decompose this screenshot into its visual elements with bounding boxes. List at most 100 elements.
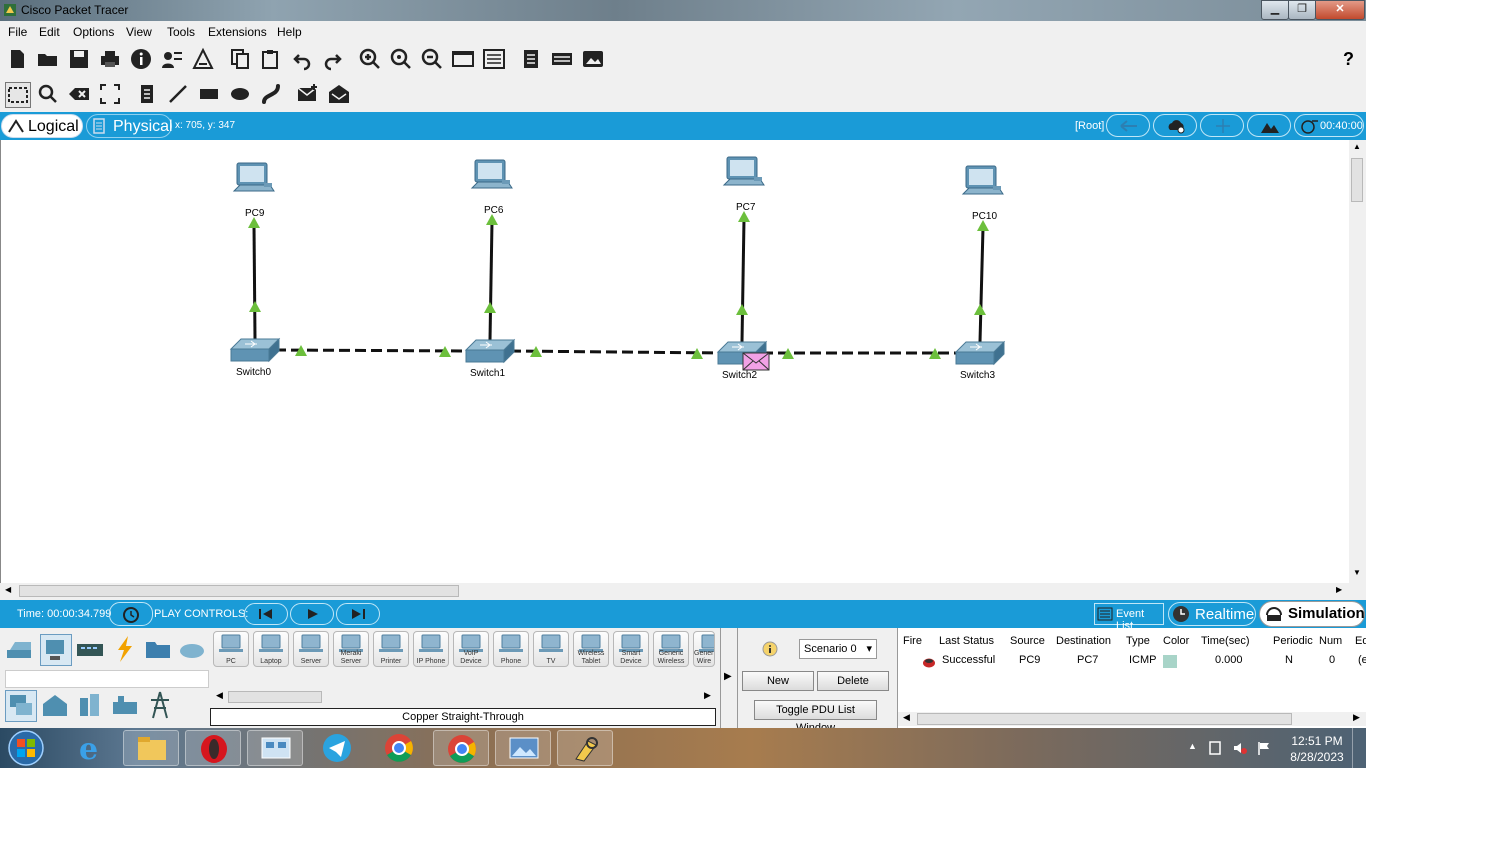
pdu-scroll-left-icon[interactable]: ◀: [903, 712, 910, 723]
scroll-down-icon[interactable]: ▼: [1353, 568, 1361, 577]
place-note-icon[interactable]: [135, 82, 159, 106]
scenario-select[interactable]: Scenario 0 ▾: [799, 639, 877, 659]
print-icon[interactable]: [98, 47, 122, 71]
device-button-voip-device[interactable]: VoIP Device: [453, 631, 489, 667]
redo-icon[interactable]: [321, 47, 345, 71]
panel-splitter[interactable]: ▶: [720, 628, 738, 728]
industrial-subcategory-icon[interactable]: [110, 690, 140, 720]
scroll-up-icon[interactable]: ▲: [1353, 142, 1361, 151]
background-image-icon[interactable]: [581, 47, 605, 71]
network-info-icon[interactable]: [160, 47, 184, 71]
misc-category-icon[interactable]: [143, 634, 173, 664]
device-button-wireless-tablet[interactable]: Wireless Tablet: [573, 631, 609, 667]
viewport-icon[interactable]: [550, 47, 574, 71]
pc7-pc-icon[interactable]: [722, 156, 765, 186]
new-file-icon[interactable]: [5, 47, 29, 71]
physical-tab[interactable]: Physical: [86, 114, 173, 138]
add-complex-pdu-icon[interactable]: [327, 82, 351, 106]
connections-category-icon[interactable]: [110, 634, 140, 664]
simulation-mode-button[interactable]: Simulation: [1259, 601, 1365, 627]
menu-options[interactable]: Options: [73, 25, 114, 39]
palette-scroll-thumb[interactable]: [228, 691, 322, 703]
col-source[interactable]: Source: [1010, 635, 1045, 647]
move-object-icon[interactable]: [1200, 114, 1244, 137]
menu-edit[interactable]: Edit: [39, 25, 60, 39]
action-center-flag-icon[interactable]: [1256, 740, 1272, 756]
activity-wizard-icon[interactable]: [191, 47, 215, 71]
end-devices-subcategory-icon[interactable]: [5, 690, 37, 722]
menu-view[interactable]: View: [126, 25, 152, 39]
inspect-icon[interactable]: [36, 82, 60, 106]
col-last-status[interactable]: Last Status: [939, 635, 994, 647]
expand-arrow-icon[interactable]: ▶: [724, 671, 732, 682]
taskbar-clock[interactable]: 12:51 PM 8/28/2023: [1282, 733, 1352, 765]
col-edit[interactable]: Ed: [1355, 635, 1366, 647]
file-explorer-icon[interactable]: [123, 730, 179, 766]
vertical-scroll-thumb[interactable]: [1351, 158, 1363, 202]
play-button[interactable]: [290, 603, 334, 625]
network-devices-category-icon[interactable]: [5, 634, 35, 664]
volume-muted-icon[interactable]: [1232, 740, 1248, 756]
pdu-table-scrollbar[interactable]: ◀ ▶: [898, 712, 1366, 726]
select-tool-icon[interactable]: [5, 82, 31, 108]
home-subcategory-icon[interactable]: [40, 690, 70, 720]
delete-scenario-button[interactable]: Delete: [817, 671, 889, 691]
end-devices-category-icon[interactable]: [40, 634, 72, 666]
menu-extensions[interactable]: Extensions: [208, 25, 267, 39]
add-simple-pdu-icon[interactable]: [296, 82, 320, 106]
col-type[interactable]: Type: [1126, 635, 1150, 647]
scroll-right-icon[interactable]: ▶: [1336, 585, 1342, 594]
palette-scroll-right-icon[interactable]: ▶: [704, 690, 711, 701]
switch1-switch-icon[interactable]: [464, 338, 516, 364]
new-scenario-button[interactable]: New: [742, 671, 814, 691]
horizontal-scroll-thumb[interactable]: [19, 585, 459, 597]
delete-icon[interactable]: [67, 82, 91, 106]
pdu-envelope-icon[interactable]: [742, 352, 770, 371]
device-button-generic-wire[interactable]: Generic Wire: [693, 631, 715, 667]
canvas-vertical-scrollbar[interactable]: ▲ ▼: [1349, 140, 1366, 583]
multiuser-category-icon[interactable]: [177, 634, 207, 664]
drawing-palette-icon[interactable]: [451, 47, 475, 71]
minimize-button[interactable]: ▁: [1261, 0, 1289, 20]
draw-rectangle-icon[interactable]: [197, 82, 221, 106]
zoom-out-icon[interactable]: [420, 47, 444, 71]
help-button[interactable]: ?: [1343, 49, 1354, 70]
device-button-meraki-server[interactable]: Meraki Server: [333, 631, 369, 667]
col-num[interactable]: Num: [1319, 635, 1342, 647]
paste-icon[interactable]: [259, 47, 283, 71]
zoom-in-icon[interactable]: [358, 47, 382, 71]
draw-ellipse-icon[interactable]: [228, 82, 252, 106]
draw-line-icon[interactable]: [166, 82, 190, 106]
device-button-smart-device[interactable]: Smart Device: [613, 631, 649, 667]
smart-city-subcategory-icon[interactable]: [75, 690, 105, 720]
set-tiled-background-icon[interactable]: [1247, 114, 1291, 137]
scenario-info-icon[interactable]: [762, 641, 778, 657]
switch3-switch-icon[interactable]: [954, 340, 1006, 366]
chrome-profile-icon[interactable]: [433, 730, 489, 766]
scroll-left-icon[interactable]: ◀: [5, 585, 11, 594]
col-color[interactable]: Color: [1163, 635, 1189, 647]
freeform-icon[interactable]: [259, 82, 283, 106]
zoom-reset-icon[interactable]: [389, 47, 413, 71]
network-tray-icon[interactable]: [1208, 740, 1222, 756]
logical-workspace-canvas[interactable]: PC9 PC6 PC7 PC10 Switch0 Switch1 Switch2…: [0, 140, 1350, 583]
photo-viewer-icon[interactable]: [495, 730, 551, 766]
palette-scrollbar[interactable]: ◀ ▶: [210, 690, 716, 704]
components-category-icon[interactable]: [75, 634, 105, 664]
col-fire[interactable]: Fire: [903, 635, 922, 647]
back-step-button[interactable]: [244, 603, 288, 625]
show-desktop-button[interactable]: [1352, 728, 1366, 768]
palette-scroll-left-icon[interactable]: ◀: [216, 690, 223, 701]
col-time[interactable]: Time(sec): [1201, 635, 1249, 647]
device-button-server[interactable]: Server: [293, 631, 329, 667]
device-button-generic-wireless[interactable]: Generic Wireless: [653, 631, 689, 667]
pdu-scroll-thumb[interactable]: [917, 713, 1292, 725]
col-destination[interactable]: Destination: [1056, 635, 1111, 647]
forward-step-button[interactable]: [336, 603, 380, 625]
device-button-laptop[interactable]: Laptop: [253, 631, 289, 667]
device-button-pc[interactable]: PC: [213, 631, 249, 667]
pc9-pc-icon[interactable]: [232, 162, 275, 192]
switch0-switch-icon[interactable]: [229, 337, 281, 363]
internet-explorer-icon[interactable]: e: [62, 730, 118, 767]
packet-tracer-taskbar-icon[interactable]: [557, 730, 613, 766]
